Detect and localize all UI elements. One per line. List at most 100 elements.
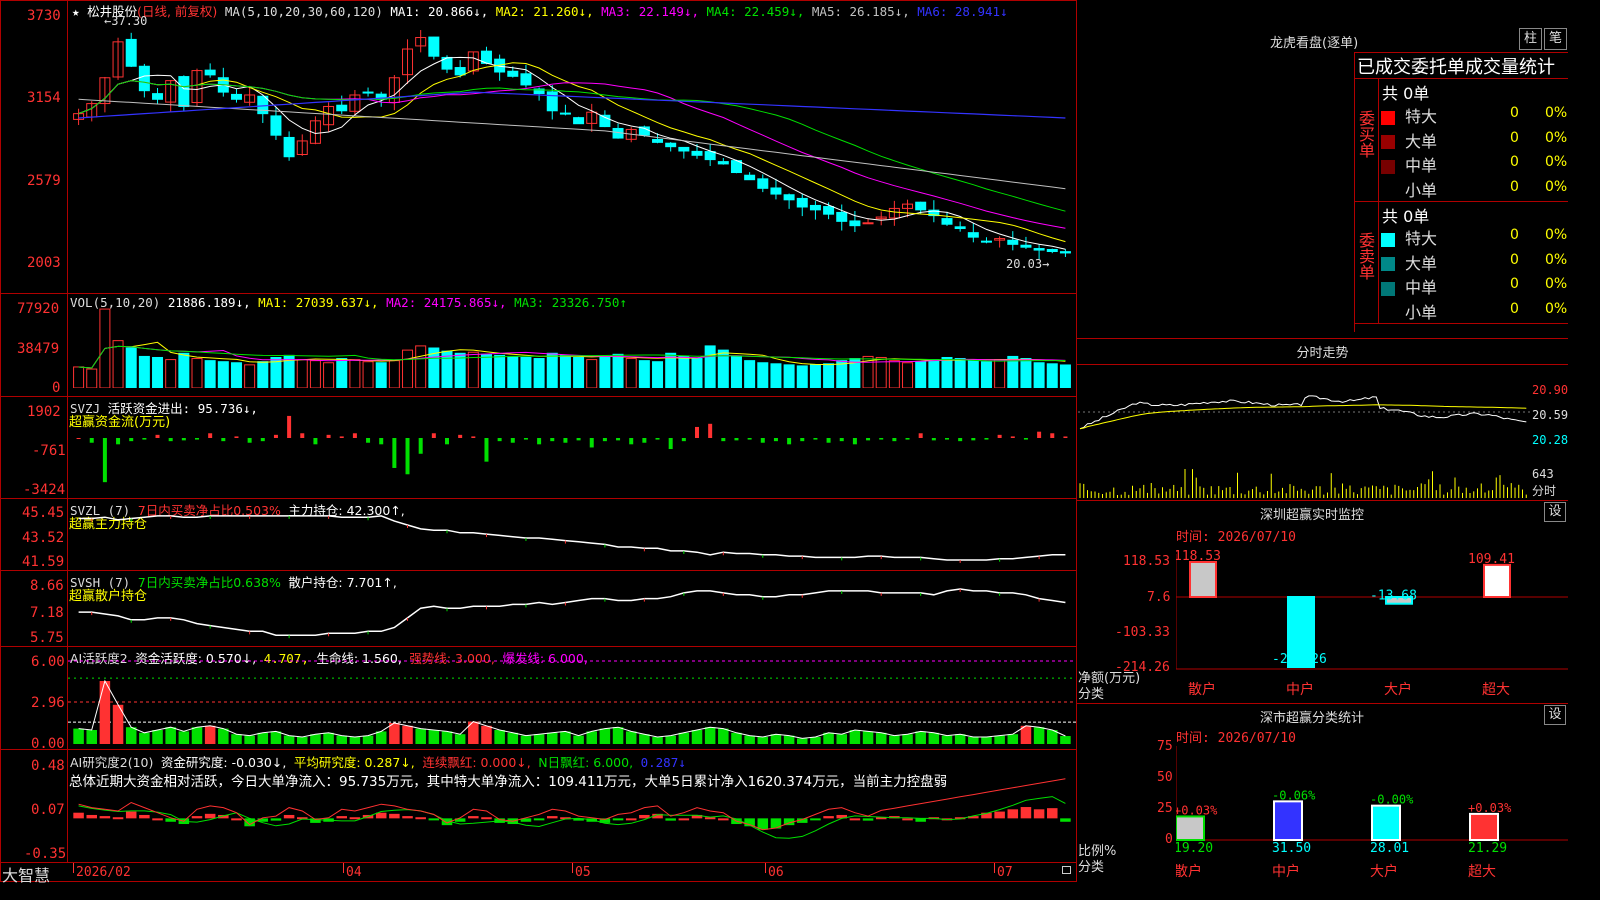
order-count: 0 [1510, 276, 1519, 292]
fund-flow-bar [129, 437, 134, 442]
main-holding-chart[interactable] [68, 512, 1076, 566]
research-bar [823, 816, 834, 819]
intraday-price: 20.28 [1532, 433, 1569, 447]
activity-bar [599, 728, 611, 744]
order-pct: 0% [1545, 105, 1568, 121]
legend-swatch [1381, 184, 1395, 198]
fund-flow-bar [747, 437, 752, 440]
fund-flow-chart[interactable] [68, 408, 1076, 492]
classify-tick: 50 [1157, 770, 1173, 785]
classify-bar [1176, 815, 1205, 841]
volume-bar [612, 353, 624, 388]
volume-bar [586, 359, 598, 388]
volume-chart[interactable] [68, 306, 1076, 388]
candle-down [783, 194, 795, 201]
research-bar [994, 811, 1005, 819]
activity-bar [573, 735, 584, 744]
research-bar [349, 817, 361, 820]
classify-value: 21.29 [1468, 841, 1507, 856]
candle-down [520, 73, 532, 86]
activity-bar [915, 731, 926, 744]
fund-flow-bar [655, 437, 660, 440]
candle-down [1033, 248, 1045, 251]
candle-down [362, 91, 374, 94]
legend-swatch [1381, 232, 1395, 247]
research-bar [533, 818, 545, 821]
research-bar [862, 818, 874, 821]
candle-down [152, 93, 164, 100]
research-bar [468, 816, 479, 819]
candle-down [1020, 244, 1032, 248]
activity-bar [586, 731, 597, 744]
volume-bar [928, 359, 940, 388]
fund-flow-bar [576, 437, 581, 441]
classify-category: 超大 [1468, 864, 1496, 880]
dragon-title: 龙虎看盘(逐单) [1270, 36, 1359, 51]
candle-up [862, 222, 874, 225]
volume-bar [191, 358, 203, 388]
classify-bar-chart[interactable]: +0.03% 19.20 散户 -0.06% 31.50 中户 -0.00% 28.01 大户 +… [1176, 746, 1568, 882]
date-label: 05 [575, 865, 591, 880]
ai2-tick: 0.48 [31, 758, 65, 774]
legend-swatch [1381, 159, 1395, 174]
candle-down [138, 65, 150, 92]
activity-bar [204, 725, 216, 744]
svzl-tick: 41.59 [22, 554, 65, 570]
intraday-price: 20.59 [1532, 408, 1569, 422]
activity-bar [731, 732, 742, 744]
candle-down [559, 112, 571, 115]
ai-research-chart[interactable] [68, 764, 1076, 858]
volume-bar [652, 361, 664, 388]
activity-bar [507, 732, 519, 744]
ai-activity-chart[interactable] [68, 660, 1076, 744]
candle-down [796, 197, 808, 208]
research-bar [902, 818, 913, 821]
lock-icon[interactable] [1062, 866, 1071, 874]
intraday-chart[interactable] [1078, 366, 1530, 500]
candle-down [270, 115, 282, 136]
activity-bar [704, 727, 716, 744]
fund-flow-bar [142, 437, 147, 440]
candle-down [336, 104, 348, 112]
fund-flow-bar [589, 437, 594, 448]
ai2-tick: 0.07 [31, 802, 65, 818]
tab-bar-view[interactable]: 柱 [1519, 28, 1542, 50]
classify-x-label: 分类 [1078, 860, 1105, 875]
candle-down [257, 95, 269, 115]
date-label: 06 [768, 865, 784, 880]
candle-down [717, 161, 729, 165]
candlestick-chart[interactable] [68, 14, 1076, 292]
brand-logo[interactable]: 大智慧 [2, 862, 50, 886]
monitor-bar-value: -13.68 [1370, 589, 1417, 604]
fund-flow-bar [629, 437, 634, 445]
classify-settings-button[interactable]: 设 [1544, 705, 1566, 725]
volume-bar [165, 359, 177, 388]
order-count: 0 [1510, 105, 1519, 121]
fund-flow-bar [431, 433, 436, 438]
activity-bar [178, 731, 190, 744]
fund-flow-bar [734, 437, 739, 441]
price-tick: 2579 [27, 173, 61, 189]
activity-bar [323, 732, 334, 744]
vol-tick: 0 [52, 380, 61, 396]
research-bar [204, 813, 216, 819]
activity-bar [810, 737, 821, 744]
retail-holding-chart[interactable] [68, 582, 1076, 642]
candle-down [652, 138, 664, 143]
activity-bar [875, 732, 887, 744]
footer-tick [73, 863, 74, 873]
research-bar [1020, 807, 1032, 819]
order-pct: 0% [1545, 300, 1568, 317]
fund-flow-bar [773, 437, 778, 442]
footer-tick [765, 863, 766, 873]
fund-flow-bar [879, 437, 884, 440]
candle-down [836, 211, 848, 222]
monitor-bar-chart[interactable]: 118.53 散户 -214.26 中户 -13.68 大户 109.41 超大 [1176, 544, 1568, 702]
fund-flow-bar [918, 433, 923, 438]
monitor-settings-button[interactable]: 设 [1544, 502, 1566, 522]
fund-flow-bar [181, 437, 186, 441]
order-pct: 0% [1545, 154, 1568, 170]
tab-list-view[interactable]: 笔 [1544, 28, 1567, 50]
volume-bar [573, 356, 585, 388]
research-red-line [78, 778, 1066, 831]
